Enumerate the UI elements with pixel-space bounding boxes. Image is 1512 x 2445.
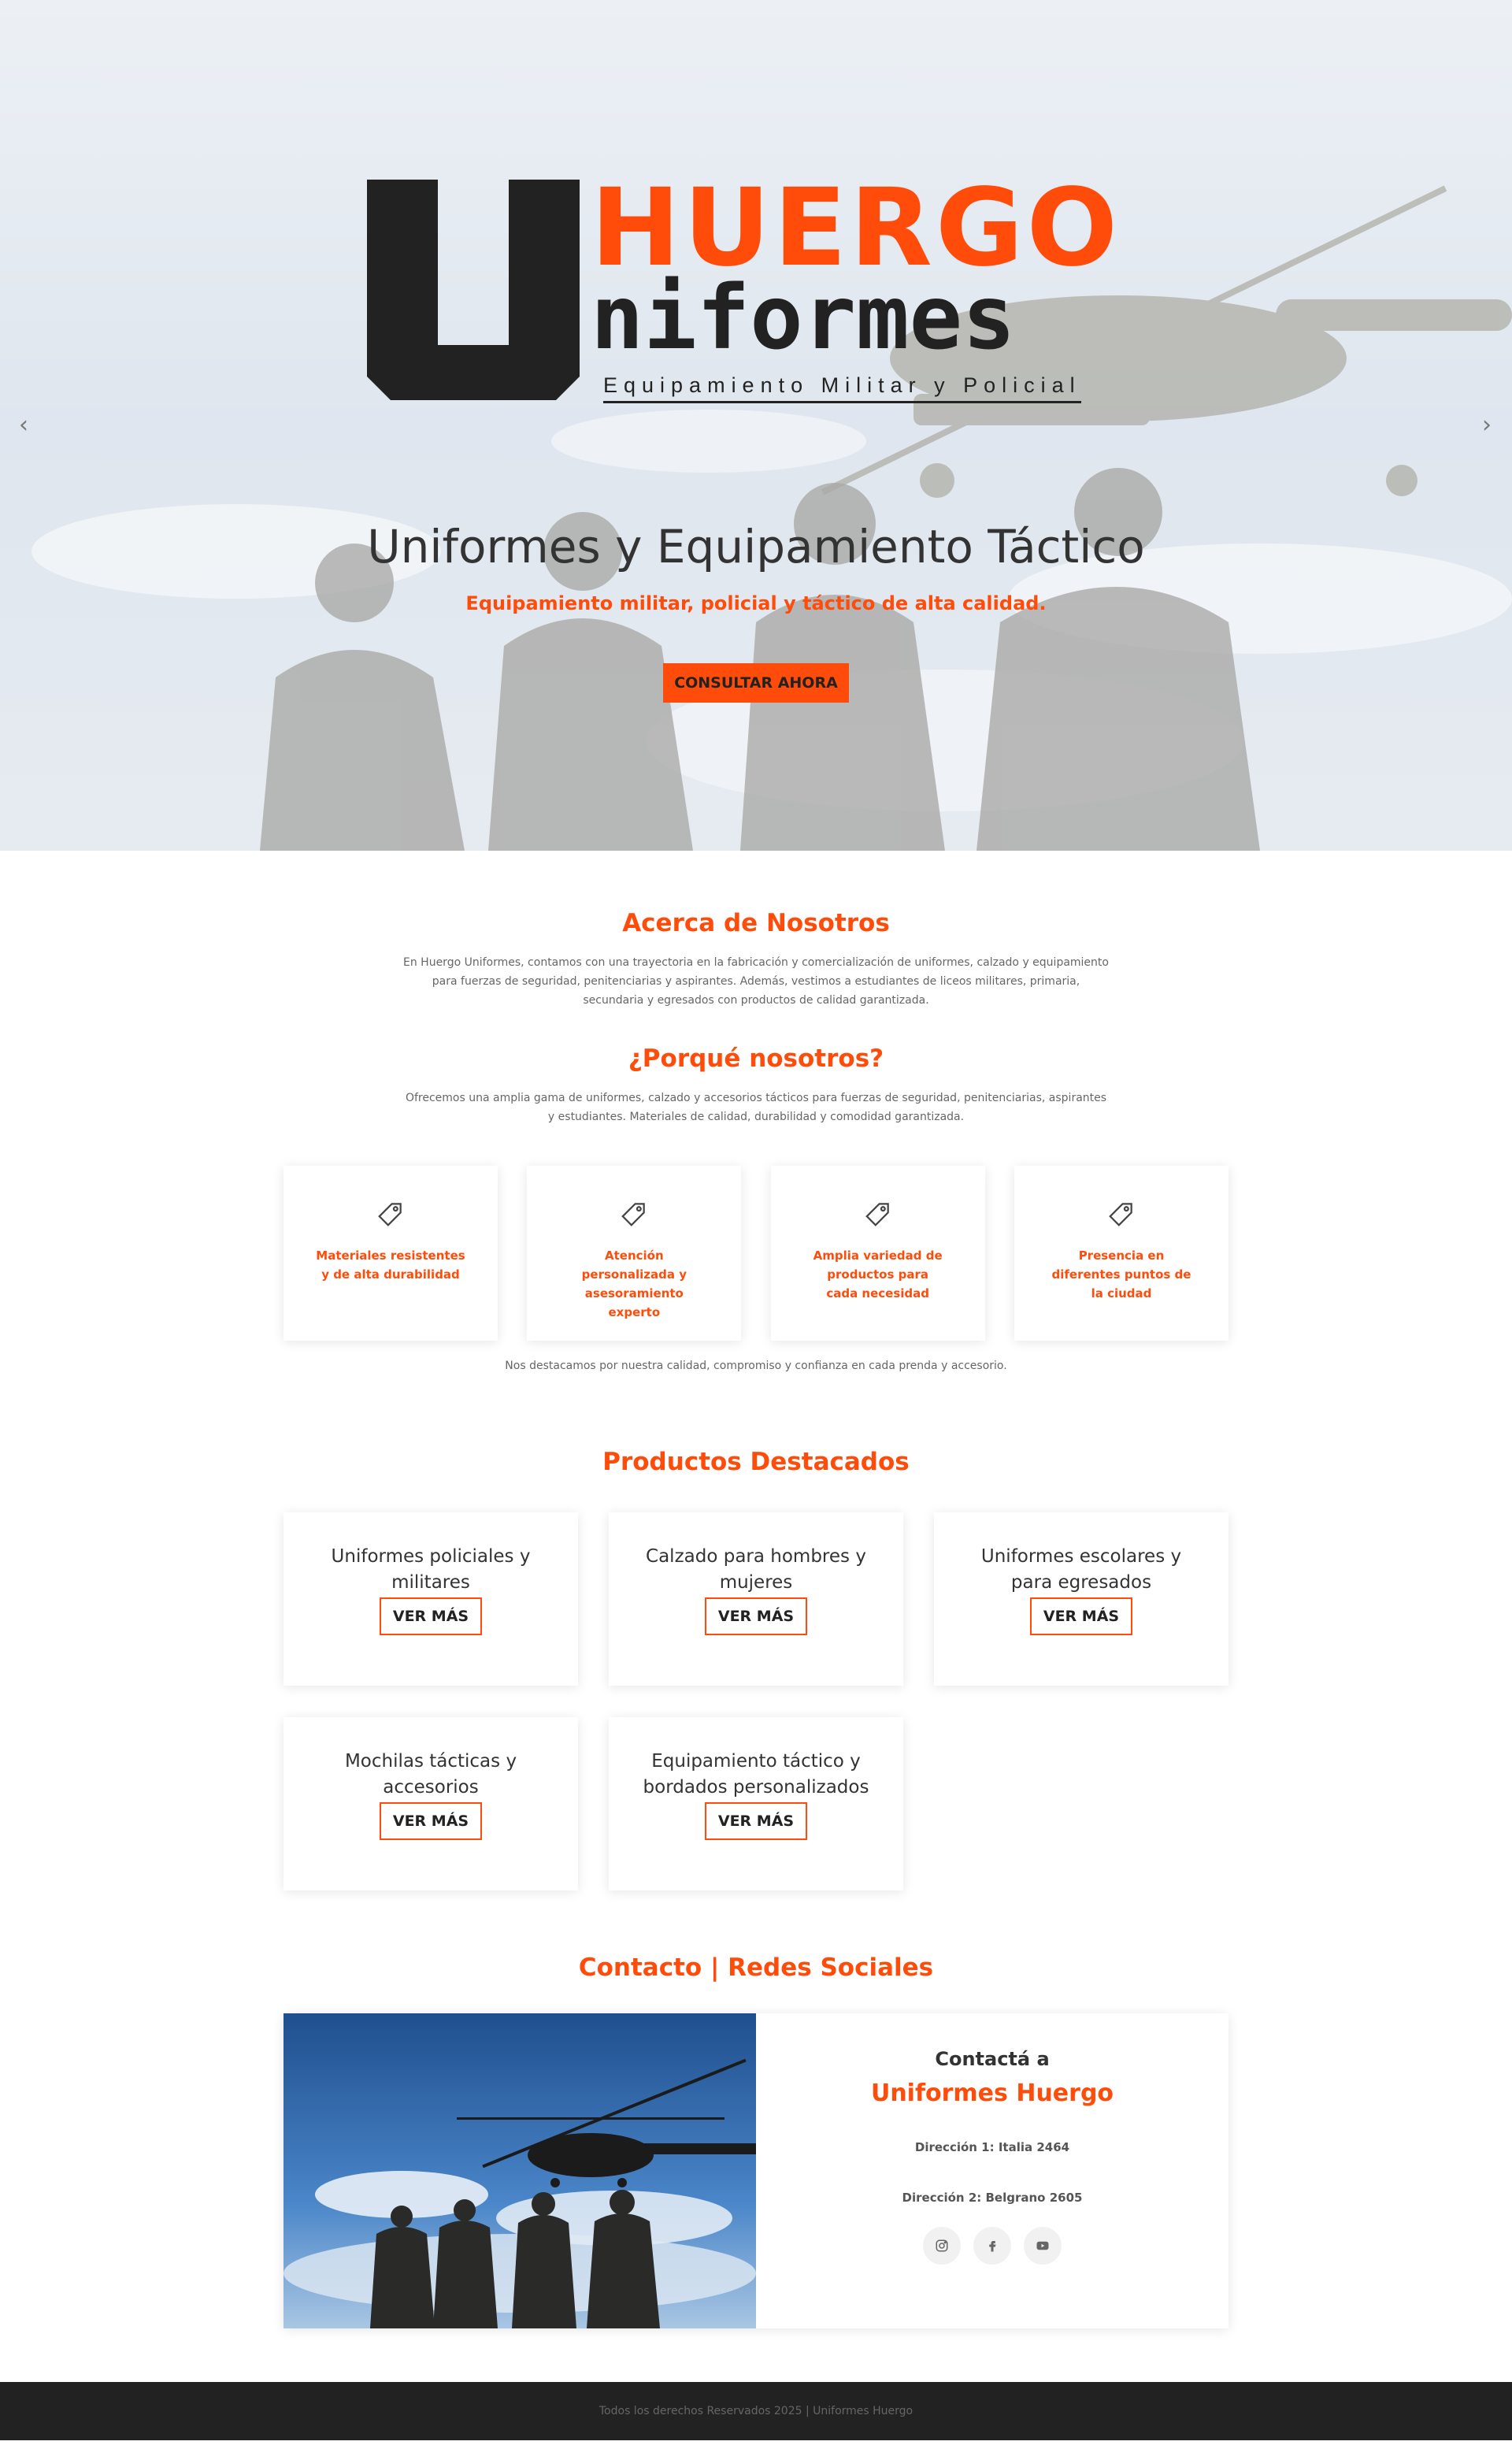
product-card: Calzado para hombres y mujeres VER MÁS <box>609 1512 903 1686</box>
about-text: En Huergo Uniformes, contamos con una tr… <box>403 956 1109 1007</box>
product-card: Uniformes escolares y para egresados VER… <box>934 1512 1228 1686</box>
feature-label: Atención personalizada y asesoramiento e… <box>581 1248 687 1319</box>
brand-logo: HUERGO niformes Equipamiento Militar y P… <box>367 175 1162 408</box>
see-more-button[interactable]: VER MÁS <box>380 1802 482 1840</box>
logo-letter-u <box>367 180 580 400</box>
contact-photo <box>284 2013 756 2328</box>
product-card: Mochilas tácticas y accesorios VER MÁS <box>284 1717 578 1890</box>
why-us-footer-text: Nos destacamos por nuestra calidad, comp… <box>505 1360 1007 1372</box>
tag-icon <box>865 1203 889 1226</box>
products-title: Productos Destacados <box>602 1448 910 1476</box>
product-name: Uniformes policiales y militares <box>331 1546 531 1593</box>
why-us-section: ¿Porqué nosotros? Ofrecemos una amplia g… <box>0 1044 1512 1375</box>
feature-card: Materiales resistentes y de alta durabil… <box>284 1166 498 1341</box>
facebook-icon[interactable] <box>973 2227 1011 2265</box>
contact-company-name: Uniformes Huergo <box>870 2080 1114 2107</box>
social-links <box>756 2227 1228 2265</box>
instagram-icon[interactable] <box>923 2227 961 2265</box>
chevron-right-icon[interactable]: › <box>1477 413 1496 438</box>
product-card: Equipamiento táctico y bordados personal… <box>609 1717 903 1890</box>
copyright-text: Todos los derechos Reservados 2025 | Uni… <box>598 2405 914 2417</box>
contact-title: Contacto | Redes Sociales <box>578 1953 934 1982</box>
hero-section: ‹ › HUERGO niformes Equipamiento Militar… <box>0 0 1512 851</box>
tag-icon <box>621 1203 646 1226</box>
chevron-left-icon[interactable]: ‹ <box>14 413 33 438</box>
logo-brand-name: HUERGO <box>591 166 1121 291</box>
see-more-button[interactable]: VER MÁS <box>705 1802 807 1840</box>
see-more-button[interactable]: VER MÁS <box>1030 1597 1132 1635</box>
hero-title: Uniformes y Equipamiento Táctico <box>367 520 1145 573</box>
features-list: Materiales resistentes y de alta durabil… <box>284 1166 1228 1341</box>
product-name: Equipamiento táctico y bordados personal… <box>643 1751 869 1798</box>
why-us-text: Ofrecemos una amplia gama de uniformes, … <box>405 1092 1107 1123</box>
about-title: Acerca de Nosotros <box>622 909 890 937</box>
logo-tagline: Equipamiento Militar y Policial <box>603 373 1081 403</box>
feature-card: Amplia variedad de productos para cada n… <box>770 1166 985 1341</box>
contact-card: Contactá a Uniformes Huergo Dirección 1:… <box>284 2013 1228 2328</box>
product-name: Mochilas tácticas y accesorios <box>344 1751 517 1798</box>
product-name: Uniformes escolares y para egresados <box>980 1546 1182 1593</box>
products-grid: Uniformes policiales y militares VER MÁS… <box>284 1512 1228 1890</box>
product-card: Uniformes policiales y militares VER MÁS <box>284 1512 578 1686</box>
products-section: Productos Destacados Uniformes policiale… <box>0 1375 1512 1890</box>
feature-label: Presencia en diferentes puntos de la ciu… <box>1051 1248 1191 1300</box>
about-section: Acerca de Nosotros En Huergo Uniformes, … <box>0 851 1512 1010</box>
feature-card: Atención personalizada y asesoramiento e… <box>527 1166 742 1341</box>
hero-subtitle: Equipamiento militar, policial y táctico… <box>465 592 1047 614</box>
feature-label: Amplia variedad de productos para cada n… <box>813 1248 943 1300</box>
feature-label: Materiales resistentes y de alta durabil… <box>316 1248 465 1282</box>
see-more-button[interactable]: VER MÁS <box>380 1597 482 1635</box>
feature-card: Presencia en diferentes puntos de la ciu… <box>1014 1166 1228 1341</box>
tag-icon <box>1109 1203 1132 1226</box>
site-footer: Todos los derechos Reservados 2025 | Uni… <box>0 2382 1512 2440</box>
logo-brand-suffix: niformes <box>591 267 1016 369</box>
youtube-icon[interactable] <box>1024 2227 1062 2265</box>
see-more-button[interactable]: VER MÁS <box>705 1597 807 1635</box>
contact-info: Contactá a Uniformes Huergo Dirección 1:… <box>756 2013 1228 2328</box>
tag-icon <box>378 1203 402 1226</box>
why-us-title: ¿Porqué nosotros? <box>628 1044 884 1073</box>
contact-section: Contacto | Redes Sociales Contactá a Uni… <box>0 1890 1512 2328</box>
contact-pretitle: Contactá a <box>935 2048 1050 2070</box>
hero-overlay <box>0 0 1512 851</box>
consult-now-button[interactable]: CONSULTAR AHORA <box>663 663 849 703</box>
product-name: Calzado para hombres y mujeres <box>646 1546 866 1593</box>
address-2: Dirección 2: Belgrano 2605 <box>902 2191 1083 2205</box>
address-1: Dirección 1: Italia 2464 <box>914 2140 1070 2154</box>
